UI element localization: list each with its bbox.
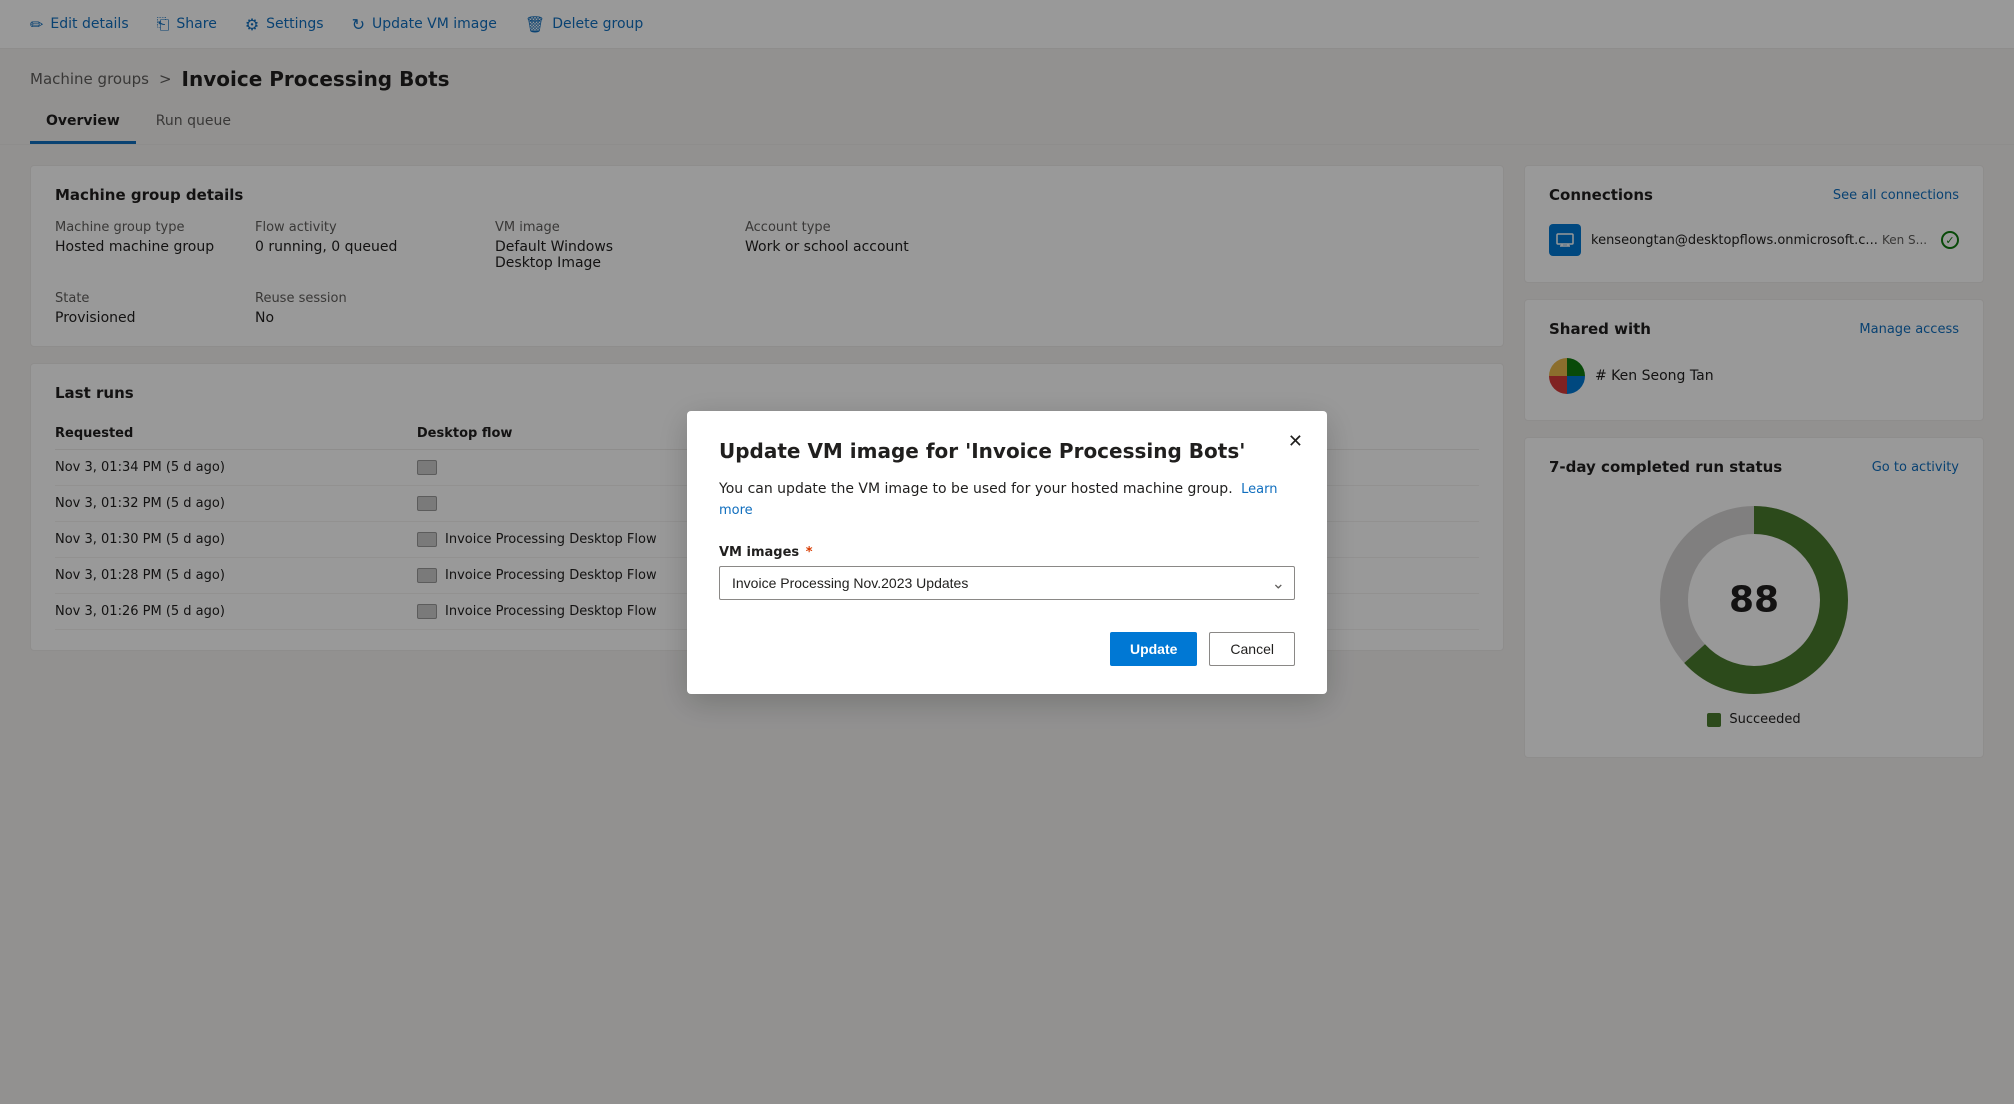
modal-overlay: ✕ Update VM image for 'Invoice Processin… (0, 0, 2014, 1104)
modal-actions: Update Cancel (719, 632, 1295, 666)
modal-description: You can update the VM image to be used f… (719, 479, 1295, 521)
update-button[interactable]: Update (1110, 632, 1197, 666)
vm-images-select-wrapper: Invoice Processing Nov.2023 Updates ⌄ (719, 566, 1295, 600)
vm-images-field: VM images * Invoice Processing Nov.2023 … (719, 545, 1295, 600)
vm-images-label: VM images * (719, 545, 1295, 560)
vm-images-select[interactable]: Invoice Processing Nov.2023 Updates (719, 566, 1295, 600)
modal-title: Update VM image for 'Invoice Processing … (719, 439, 1295, 463)
cancel-button[interactable]: Cancel (1209, 632, 1295, 666)
update-vm-image-modal: ✕ Update VM image for 'Invoice Processin… (687, 411, 1327, 694)
required-indicator: * (806, 545, 813, 560)
modal-close-button[interactable]: ✕ (1280, 427, 1311, 456)
